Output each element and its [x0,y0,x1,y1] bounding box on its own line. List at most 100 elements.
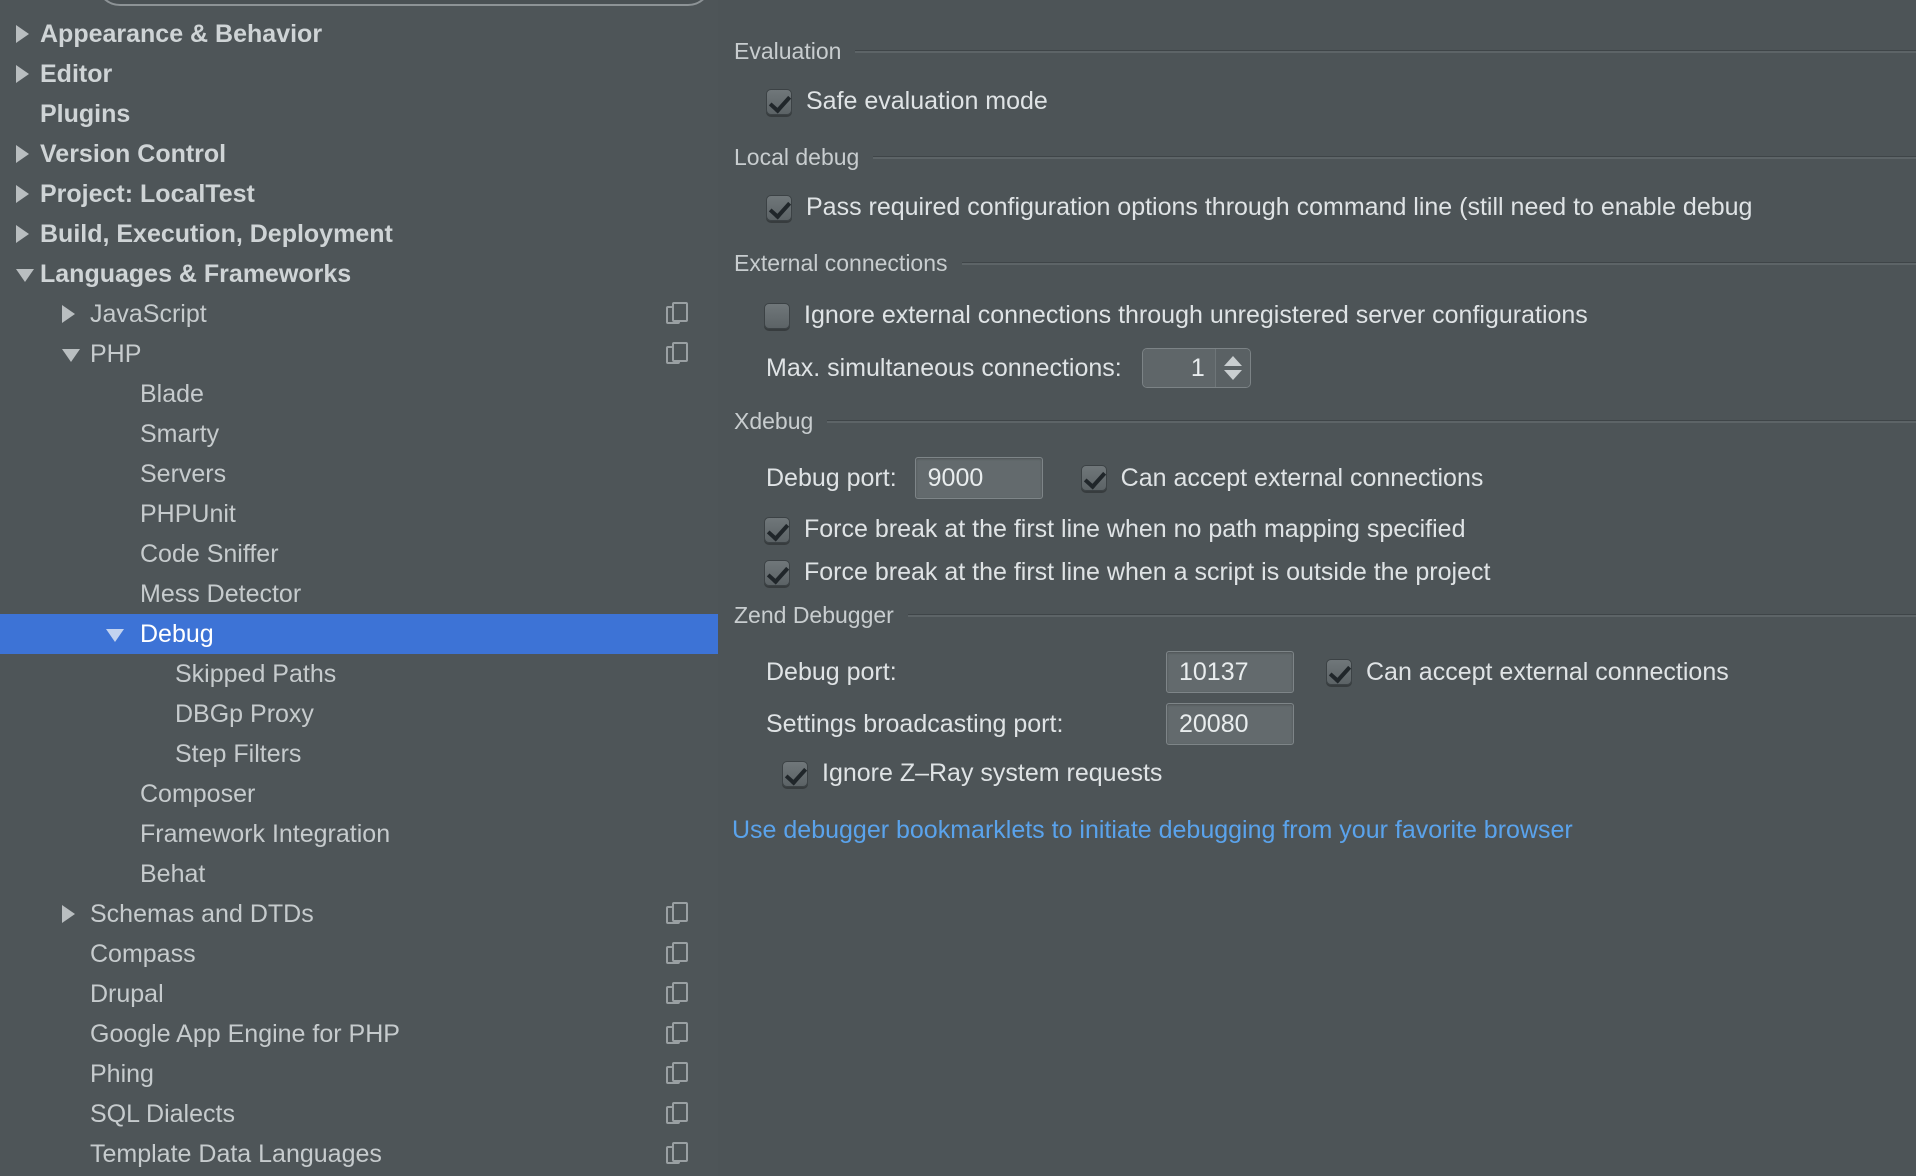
sidebar-item-debug[interactable]: Debug [0,614,718,654]
pass-required-config-checkbox[interactable] [766,194,792,221]
xdebug-force-break-no-mapping-row[interactable]: Force break at the first line when no pa… [718,515,1916,544]
chevron-down-icon[interactable] [106,629,124,642]
xdebug-debug-port-label: Debug port: [766,463,897,492]
section-evaluation: Evaluation Safe evaluation mode [718,38,1916,116]
sidebar-item-step-filters[interactable]: Step Filters [0,734,718,774]
sidebar-item-google-app-engine-for-php[interactable]: Google App Engine for PHP [0,1014,718,1054]
zend-debug-port-input[interactable] [1166,651,1294,693]
chevron-right-icon[interactable] [16,145,29,163]
sidebar-item-appearance-behavior[interactable]: Appearance & Behavior [0,14,718,54]
copy-settings-icon[interactable] [666,1142,688,1166]
xdebug-debug-port-row: Debug port: Can accept external connecti… [718,457,1916,499]
sidebar-item-drupal[interactable]: Drupal [0,974,718,1014]
copy-settings-icon[interactable] [666,302,688,326]
section-rule [827,420,1916,423]
copy-settings-icon[interactable] [666,942,688,966]
xdebug-can-accept-checkbox[interactable] [1080,465,1107,491]
sidebar-item-sql-dialects[interactable]: SQL Dialects [0,1094,718,1134]
ignore-zray-row[interactable]: Ignore Z–Ray system requests [718,759,1916,788]
copy-settings-icon[interactable] [666,1022,688,1046]
max-connections-stepper[interactable]: 1 [1141,348,1251,388]
sidebar-item-label: Version Control [40,139,227,168]
settings-search-input[interactable] [96,0,712,6]
sidebar-item-framework-integration[interactable]: Framework Integration [0,814,718,854]
sidebar-item-label: Project: LocalTest [40,179,255,208]
sidebar-item-label: Drupal [90,979,164,1008]
chevron-down-icon[interactable] [62,349,80,362]
pass-required-config-row[interactable]: Pass required configuration options thro… [718,193,1916,222]
sidebar-item-label: Template Data Languages [90,1139,382,1168]
section-rule [873,156,1916,159]
zend-broadcasting-port-input[interactable] [1166,703,1294,745]
sidebar-item-label: Editor [40,59,113,88]
pass-required-config-label: Pass required configuration options thro… [806,193,1753,221]
sidebar-item-phing[interactable]: Phing [0,1054,718,1094]
sidebar-item-project-localtest[interactable]: Project: LocalTest [0,174,718,214]
zend-can-accept-label: Can accept external connections [1366,657,1729,686]
sidebar-item-servers[interactable]: Servers [0,454,718,494]
sidebar-item-label: JavaScript [90,299,207,328]
chevron-right-icon[interactable] [16,225,29,243]
xdebug-force-break-outside-project-row[interactable]: Force break at the first line when a scr… [718,558,1916,587]
xdebug-force-break-no-mapping-checkbox[interactable] [764,516,790,543]
debugger-bookmarklets-link[interactable]: Use debugger bookmarklets to initiate de… [732,816,1573,845]
sidebar-item-label: Framework Integration [140,819,391,848]
sidebar-item-smarty[interactable]: Smarty [0,414,718,454]
sidebar-item-plugins[interactable]: Plugins [0,94,718,134]
settings-tree: Appearance & Behavior Editor Plugins Versio… [0,14,718,1174]
copy-settings-icon[interactable] [666,1062,688,1086]
sidebar-item-editor[interactable]: Editor [0,54,718,94]
ignore-zray-checkbox[interactable] [782,760,808,787]
chevron-down-icon[interactable] [16,269,34,282]
sidebar-item-schemas-and-dtds[interactable]: Schemas and DTDs [0,894,718,934]
sidebar-item-mess-detector[interactable]: Mess Detector [0,574,718,614]
sidebar-item-blade[interactable]: Blade [0,374,718,414]
copy-settings-icon[interactable] [666,982,688,1006]
sidebar-item-label: PHPUnit [140,499,236,528]
xdebug-force-break-outside-project-label: Force break at the first line when a scr… [804,558,1491,586]
chevron-right-icon[interactable] [16,65,29,83]
settings-dialog: Appearance & Behavior Editor Plugins Versio… [0,0,1916,1176]
ignore-external-connections-checkbox[interactable] [764,302,790,329]
sidebar-item-dbgp-proxy[interactable]: DBGp Proxy [0,694,718,734]
chevron-right-icon[interactable] [16,25,29,43]
chevron-right-icon[interactable] [16,185,29,203]
copy-settings-icon[interactable] [666,902,688,926]
sidebar-item-languages-frameworks[interactable]: Languages & Frameworks [0,254,718,294]
sidebar-item-php[interactable]: PHP [0,334,718,374]
xdebug-debug-port-input[interactable] [914,457,1043,499]
zend-can-accept-checkbox[interactable] [1326,659,1352,685]
section-header-external-connections: External connections [718,250,1916,277]
max-connections-stepper-buttons[interactable] [1214,349,1250,387]
sidebar-item-label: Step Filters [175,739,302,768]
sidebar-item-code-sniffer[interactable]: Code Sniffer [0,534,718,574]
sidebar-item-skipped-paths[interactable]: Skipped Paths [0,654,718,694]
sidebar-item-version-control[interactable]: Version Control [0,134,718,174]
xdebug-force-break-outside-project-checkbox[interactable] [764,559,790,586]
copy-settings-icon[interactable] [666,342,688,366]
xdebug-can-accept-label: Can accept external connections [1120,463,1484,492]
chevron-right-icon[interactable] [62,905,75,923]
max-connections-value[interactable]: 1 [1142,349,1215,387]
ignore-external-connections-row[interactable]: Ignore external connections through unre… [718,301,1916,330]
sidebar-item-label: DBGp Proxy [175,699,314,728]
zend-debug-port-row: Debug port: Can accept external connecti… [718,651,1916,693]
stepper-down-icon[interactable] [1223,370,1242,380]
xdebug-force-break-no-mapping-label: Force break at the first line when no pa… [804,515,1466,543]
sidebar-item-template-data-languages[interactable]: Template Data Languages [0,1134,718,1174]
sidebar-item-phpunit[interactable]: PHPUnit [0,494,718,534]
sidebar-item-build-execution-deployment[interactable]: Build, Execution, Deployment [0,214,718,254]
copy-settings-icon[interactable] [666,1102,688,1126]
safe-evaluation-mode-row[interactable]: Safe evaluation mode [718,87,1916,116]
safe-evaluation-mode-label: Safe evaluation mode [806,87,1048,115]
chevron-right-icon[interactable] [62,305,75,323]
sidebar-item-compass[interactable]: Compass [0,934,718,974]
sidebar-item-javascript[interactable]: JavaScript [0,294,718,334]
sidebar-item-composer[interactable]: Composer [0,774,718,814]
section-header-evaluation: Evaluation [718,38,1916,65]
bookmarklets-link-row[interactable]: Use debugger bookmarklets to initiate de… [718,816,1916,845]
safe-evaluation-mode-checkbox[interactable] [766,88,792,115]
sidebar-item-behat[interactable]: Behat [0,854,718,894]
stepper-up-icon[interactable] [1223,356,1242,366]
section-zend-debugger: Zend Debugger Debug port: Can accept ext… [718,602,1916,845]
